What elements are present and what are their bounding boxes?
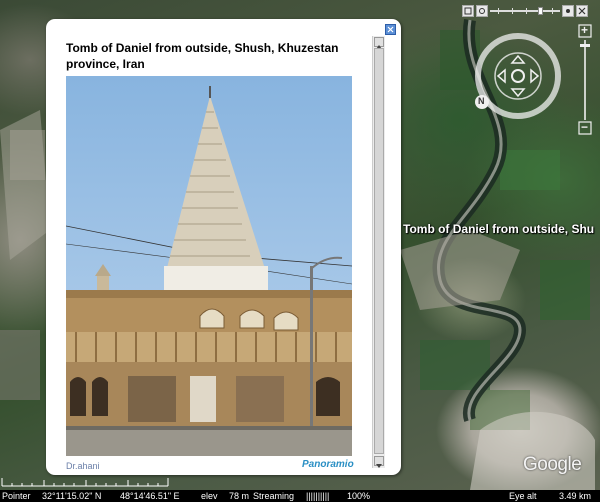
balloon-close-button[interactable] bbox=[385, 24, 396, 35]
status-elev-value: 78 m bbox=[229, 491, 250, 501]
tomb-photo[interactable] bbox=[66, 76, 352, 456]
status-eye-alt-label: Eye alt bbox=[509, 491, 537, 501]
placemark-label[interactable]: Tomb of Daniel from outside, Shu bbox=[403, 222, 594, 236]
look-around-icon bbox=[511, 69, 525, 83]
pan-up-icon bbox=[510, 54, 526, 64]
status-streaming-percent: 100% bbox=[347, 491, 371, 501]
north-label[interactable]: N bbox=[478, 96, 485, 106]
panoramio-link[interactable]: Panoramio bbox=[302, 459, 354, 470]
scale-ruler bbox=[0, 472, 170, 490]
balloon-title: Tomb of Daniel from outside, Shush, Khuz… bbox=[66, 41, 339, 71]
status-pointer-label: Pointer bbox=[2, 491, 31, 501]
photo-credit-author[interactable]: Dr.ahani bbox=[66, 461, 100, 471]
status-elev-label: elev bbox=[201, 491, 218, 501]
time-slider-knob[interactable] bbox=[538, 7, 543, 15]
scroll-down-button[interactable] bbox=[374, 456, 384, 468]
status-longitude: 48°14'46.51" E bbox=[120, 491, 180, 501]
map-toolbar bbox=[462, 4, 588, 18]
view-icon[interactable] bbox=[462, 5, 474, 17]
status-latitude: 32°11'15.02" N bbox=[42, 491, 102, 501]
close-icon[interactable] bbox=[576, 5, 588, 17]
google-logo: Google bbox=[523, 454, 582, 475]
time-slider[interactable] bbox=[490, 7, 560, 15]
pan-down-icon bbox=[510, 88, 526, 98]
zoom-slider[interactable]: + − bbox=[578, 23, 592, 136]
status-streaming-label: Streaming bbox=[253, 491, 295, 501]
navigation-control[interactable]: N bbox=[468, 32, 568, 132]
scroll-thumb[interactable] bbox=[374, 48, 384, 454]
toggle-icon[interactable] bbox=[476, 5, 488, 17]
help-icon[interactable] bbox=[562, 5, 574, 17]
status-eye-alt-value: 3.49 km bbox=[559, 491, 592, 501]
balloon-scrollbar[interactable] bbox=[372, 36, 385, 468]
pan-left-icon bbox=[496, 68, 506, 84]
pan-right-icon bbox=[530, 68, 540, 84]
status-bar: Pointer 32°11'15.02" N 48°14'46.51" E el… bbox=[0, 490, 600, 502]
streaming-progress: |||||||||| bbox=[306, 491, 330, 501]
zoom-out-button[interactable]: − bbox=[581, 120, 588, 134]
zoom-in-button[interactable]: + bbox=[581, 23, 588, 37]
scroll-up-button[interactable] bbox=[374, 37, 384, 49]
